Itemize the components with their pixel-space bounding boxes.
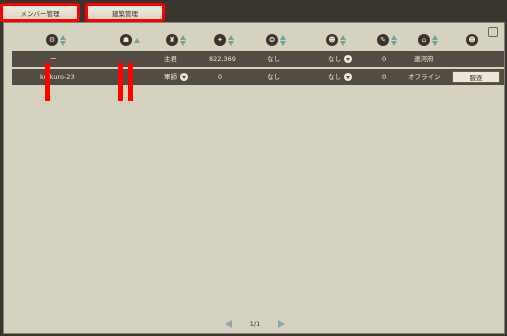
cell-status: なし (328, 73, 341, 81)
sort-up-icon[interactable] (134, 37, 140, 43)
sort-down-icon[interactable] (340, 40, 346, 46)
cell-power: 822,369 (209, 55, 236, 63)
action-icon: ☻ (466, 34, 478, 46)
cell-status: なし (328, 55, 341, 63)
cell-power: 0 (218, 73, 223, 81)
cell-contribution: 0 (382, 55, 387, 63)
sort-down-icon[interactable] (180, 40, 186, 46)
tab-building-management[interactable]: 建築管理 (85, 3, 165, 22)
table-row[interactable]: ku kuro-23 軍師 0 なし なし 0 オフライン 服逐 (12, 69, 504, 85)
cell-location: 連河府 (414, 55, 434, 63)
sort-up-icon[interactable] (280, 34, 286, 40)
sort-title[interactable]: ❂ (266, 30, 286, 50)
rank-sort-icon: ☗ (120, 34, 132, 46)
chevron-down-icon[interactable] (344, 55, 352, 63)
name-sort-icon: ⚙ (46, 34, 58, 46)
highlight-marker (128, 63, 133, 101)
table-row[interactable]: ー 主君 822,369 なし なし 0 連河府 (12, 51, 504, 67)
next-page-icon[interactable] (278, 320, 286, 328)
role-dropdown[interactable]: 軍師 (164, 69, 188, 85)
sort-power[interactable]: ✦ (214, 30, 234, 50)
chevron-down-icon[interactable] (344, 73, 352, 81)
page-indicator: 1/1 (249, 320, 261, 328)
role-sort-icon: ♜ (166, 34, 178, 46)
location-sort-icon: ⌂ (418, 34, 430, 46)
status-sort-icon: ☻ (326, 34, 338, 46)
tab-member-management[interactable]: メンバー管理 (0, 3, 80, 22)
sort-contribution[interactable]: ✎ (377, 30, 397, 50)
sort-down-icon[interactable] (228, 40, 234, 46)
power-sort-icon: ✦ (214, 34, 226, 46)
sort-down-icon[interactable] (60, 40, 66, 46)
highlight-marker (45, 63, 50, 101)
expel-button[interactable]: 服逐 (452, 71, 500, 83)
sort-up-icon[interactable] (180, 34, 186, 40)
sort-up-icon[interactable] (340, 34, 346, 40)
action-header: ☻ (466, 30, 478, 50)
cell-location: オフライン (408, 73, 441, 81)
tab-label: 建築管理 (112, 9, 138, 18)
cell-role: 主君 (164, 55, 177, 63)
chevron-down-icon[interactable] (180, 73, 188, 81)
app-frame: メンバー管理 建築管理 ⚙ ☗ ♜ ✦ ❂ ☻ ✎ ⌂ ☻ ー 主君 822,3… (0, 0, 507, 336)
cell-title: なし (267, 73, 280, 81)
sort-down-icon[interactable] (391, 40, 397, 46)
sort-rank[interactable]: ☗ (120, 30, 140, 50)
sort-down-icon[interactable] (280, 40, 286, 46)
sort-up-icon[interactable] (432, 34, 438, 40)
sort-up-icon[interactable] (228, 34, 234, 40)
status-dropdown[interactable]: なし (328, 51, 352, 67)
highlight-marker (118, 63, 123, 101)
sort-up-icon[interactable] (60, 34, 66, 40)
sort-status[interactable]: ☻ (326, 30, 346, 50)
status-dropdown[interactable]: なし (328, 69, 352, 85)
tab-label: メンバー管理 (20, 9, 60, 18)
sort-location[interactable]: ⌂ (418, 30, 438, 50)
sort-up-icon[interactable] (391, 34, 397, 40)
cell-contribution: 0 (382, 73, 387, 81)
member-panel: ⚙ ☗ ♜ ✦ ❂ ☻ ✎ ⌂ ☻ ー 主君 822,369 なし なし 0 連… (3, 22, 505, 334)
sort-role[interactable]: ♜ (166, 30, 186, 50)
prev-page-icon[interactable] (224, 320, 232, 328)
expel-label: 服逐 (469, 74, 483, 82)
sort-name[interactable]: ⚙ (46, 30, 66, 50)
sort-down-icon[interactable] (432, 40, 438, 46)
title-sort-icon: ❂ (266, 34, 278, 46)
contribution-sort-icon: ✎ (377, 34, 389, 46)
cell-name: ー (50, 55, 57, 63)
cell-title: なし (267, 55, 280, 63)
cell-role: 軍師 (164, 73, 177, 81)
pagination: 1/1 (4, 317, 506, 331)
